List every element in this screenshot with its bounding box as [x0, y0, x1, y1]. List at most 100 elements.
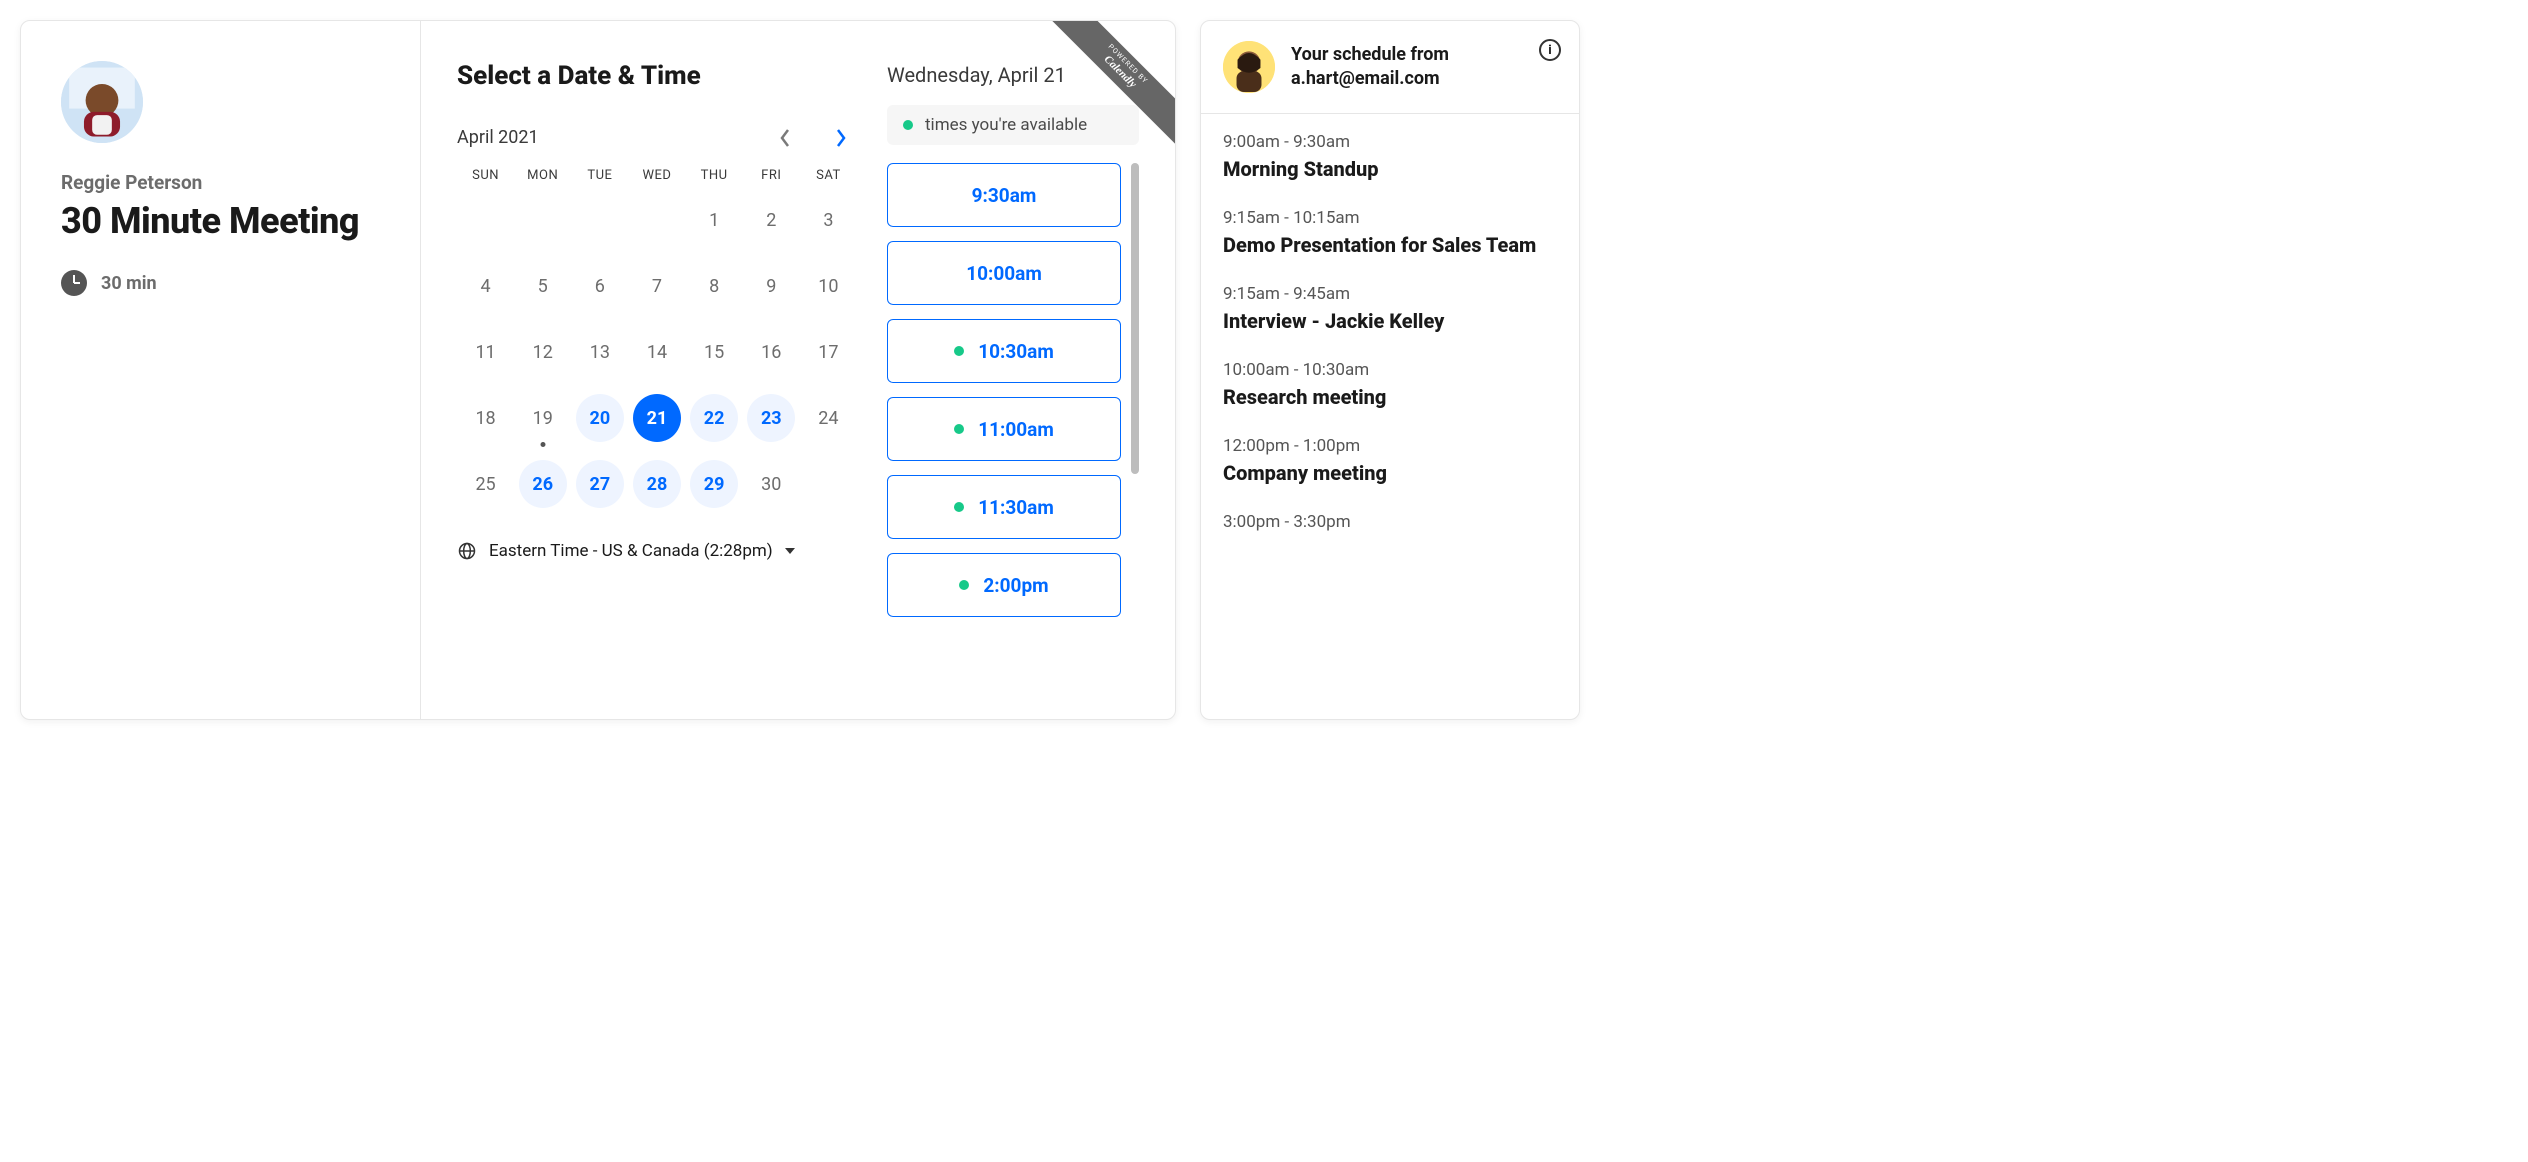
calendar-day: 1	[690, 196, 738, 244]
slot-time-label: 9:30am	[972, 184, 1037, 207]
slot-time-label: 2:00pm	[983, 574, 1048, 597]
calendar-day[interactable]: 26	[519, 460, 567, 508]
calendar-cell: 1	[686, 193, 743, 247]
calendar-cell: 12	[514, 325, 571, 379]
schedule-sidebar: Your schedule from a.hart@email.com i 9:…	[1200, 20, 1580, 720]
available-dot-icon	[954, 346, 964, 356]
slot-time-label: 11:30am	[978, 496, 1054, 519]
calendar-cell: 16	[743, 325, 800, 379]
calendar-day: 14	[633, 328, 681, 376]
schedule-event: 12:00pm - 1:00pmCompany meeting	[1223, 436, 1557, 486]
calendar-cell: 13	[571, 325, 628, 379]
schedule-event: 10:00am - 10:30amResearch meeting	[1223, 360, 1557, 410]
calendar-day: 16	[747, 328, 795, 376]
section-heading: Select a Date & Time	[457, 61, 857, 91]
event-info-pane: Reggie Peterson 30 Minute Meeting 30 min	[21, 21, 421, 719]
calendar-day: 13	[576, 328, 624, 376]
calendar-cell: 25	[457, 457, 514, 511]
calendar-day: 11	[462, 328, 510, 376]
time-slot[interactable]: 11:00am	[887, 397, 1121, 461]
time-slot[interactable]: 2:00pm	[887, 553, 1121, 617]
calendar-cell: 4	[457, 259, 514, 313]
calendar-day: 3	[804, 196, 852, 244]
calendar-day: 15	[690, 328, 738, 376]
next-month-button[interactable]	[833, 130, 849, 146]
calendar-day[interactable]: 20	[576, 394, 624, 442]
calendar-cell	[571, 193, 628, 247]
legend-text: times you're available	[925, 115, 1087, 135]
event-time: 9:00am - 9:30am	[1223, 132, 1557, 152]
time-slot-list[interactable]: 9:30am 10:00am 10:30am 11:00am 11:30am 2:00pm	[887, 163, 1139, 699]
calendar-day[interactable]: 23	[747, 394, 795, 442]
calendar-day: 8	[690, 262, 738, 310]
weekday-label: MON	[514, 168, 571, 183]
prev-month-button[interactable]	[777, 130, 793, 146]
schedule-heading-email: a.hart@email.com	[1291, 67, 1449, 91]
event-time: 9:15am - 10:15am	[1223, 208, 1557, 228]
schedule-event: 3:00pm - 3:30pm	[1223, 512, 1557, 536]
event-title: Research meeting	[1223, 384, 1557, 410]
weekday-label: SUN	[457, 168, 514, 183]
duration-text: 30 min	[101, 273, 157, 294]
available-dot-icon	[903, 120, 913, 130]
info-icon[interactable]: i	[1539, 39, 1561, 61]
weekday-header: SUNMONTUEWEDTHUFRISAT	[457, 168, 857, 183]
calendar-cell: 15	[686, 325, 743, 379]
calendar-day: 9	[747, 262, 795, 310]
calendar-day: 19	[519, 394, 567, 442]
calendar-cell: 29	[686, 457, 743, 511]
timezone-label: Eastern Time - US & Canada (2:28pm)	[489, 541, 773, 561]
calendar-day: 7	[633, 262, 681, 310]
calendar-cell	[457, 193, 514, 247]
calendar-day: 10	[804, 262, 852, 310]
calendar-cell: 6	[571, 259, 628, 313]
time-slot[interactable]: 11:30am	[887, 475, 1121, 539]
time-slot[interactable]: 9:30am	[887, 163, 1121, 227]
calendar-cell: 8	[686, 259, 743, 313]
time-slot[interactable]: 10:30am	[887, 319, 1121, 383]
calendar-cell	[628, 193, 685, 247]
calendar-day: 12	[519, 328, 567, 376]
calendar-cell: 3	[800, 193, 857, 247]
event-title: Morning Standup	[1223, 156, 1557, 182]
schedule-header: Your schedule from a.hart@email.com i	[1201, 21, 1579, 114]
host-name: Reggie Peterson	[61, 171, 380, 194]
weekday-label: FRI	[743, 168, 800, 183]
calendar-cell: 11	[457, 325, 514, 379]
available-dot-icon	[954, 424, 964, 434]
event-time: 9:15am - 9:45am	[1223, 284, 1557, 304]
scrollbar[interactable]	[1131, 163, 1139, 474]
host-avatar	[61, 61, 143, 143]
calendar-cell: 5	[514, 259, 571, 313]
calendar-cell: 10	[800, 259, 857, 313]
calendar-day[interactable]: 28	[633, 460, 681, 508]
calendar-day: 17	[804, 328, 852, 376]
caret-down-icon	[785, 548, 795, 554]
timezone-selector[interactable]: Eastern Time - US & Canada (2:28pm)	[457, 541, 857, 561]
slot-time-label: 10:00am	[966, 262, 1042, 285]
calendar-day: 25	[462, 460, 510, 508]
calendar-day: 4	[462, 262, 510, 310]
calendar-cell: 27	[571, 457, 628, 511]
calendar-cell: 14	[628, 325, 685, 379]
clock-icon	[61, 270, 87, 296]
calendar-day[interactable]: 22	[690, 394, 738, 442]
calendar-day: 24	[804, 394, 852, 442]
schedule-event: 9:15am - 9:45amInterview - Jackie Kelley	[1223, 284, 1557, 334]
calendar-cell	[514, 193, 571, 247]
event-title: 30 Minute Meeting	[61, 200, 380, 242]
calendar-day[interactable]: 27	[576, 460, 624, 508]
calendar-day: 5	[519, 262, 567, 310]
time-slot[interactable]: 10:00am	[887, 241, 1121, 305]
booking-card: POWERED BY Calendly Reggie Peterson 30 M…	[20, 20, 1176, 720]
calendar-day[interactable]: 29	[690, 460, 738, 508]
times-column: Wednesday, April 21 times you're availab…	[887, 61, 1139, 699]
schedule-event: 9:15am - 10:15amDemo Presentation for Sa…	[1223, 208, 1557, 258]
calendar-cell: 17	[800, 325, 857, 379]
today-indicator	[540, 442, 545, 447]
selected-date-heading: Wednesday, April 21	[887, 63, 1139, 87]
event-time: 12:00pm - 1:00pm	[1223, 436, 1557, 456]
calendar-cell: 22	[686, 391, 743, 445]
calendar-day[interactable]: 21	[633, 394, 681, 442]
calendar-cell: 21	[628, 391, 685, 445]
